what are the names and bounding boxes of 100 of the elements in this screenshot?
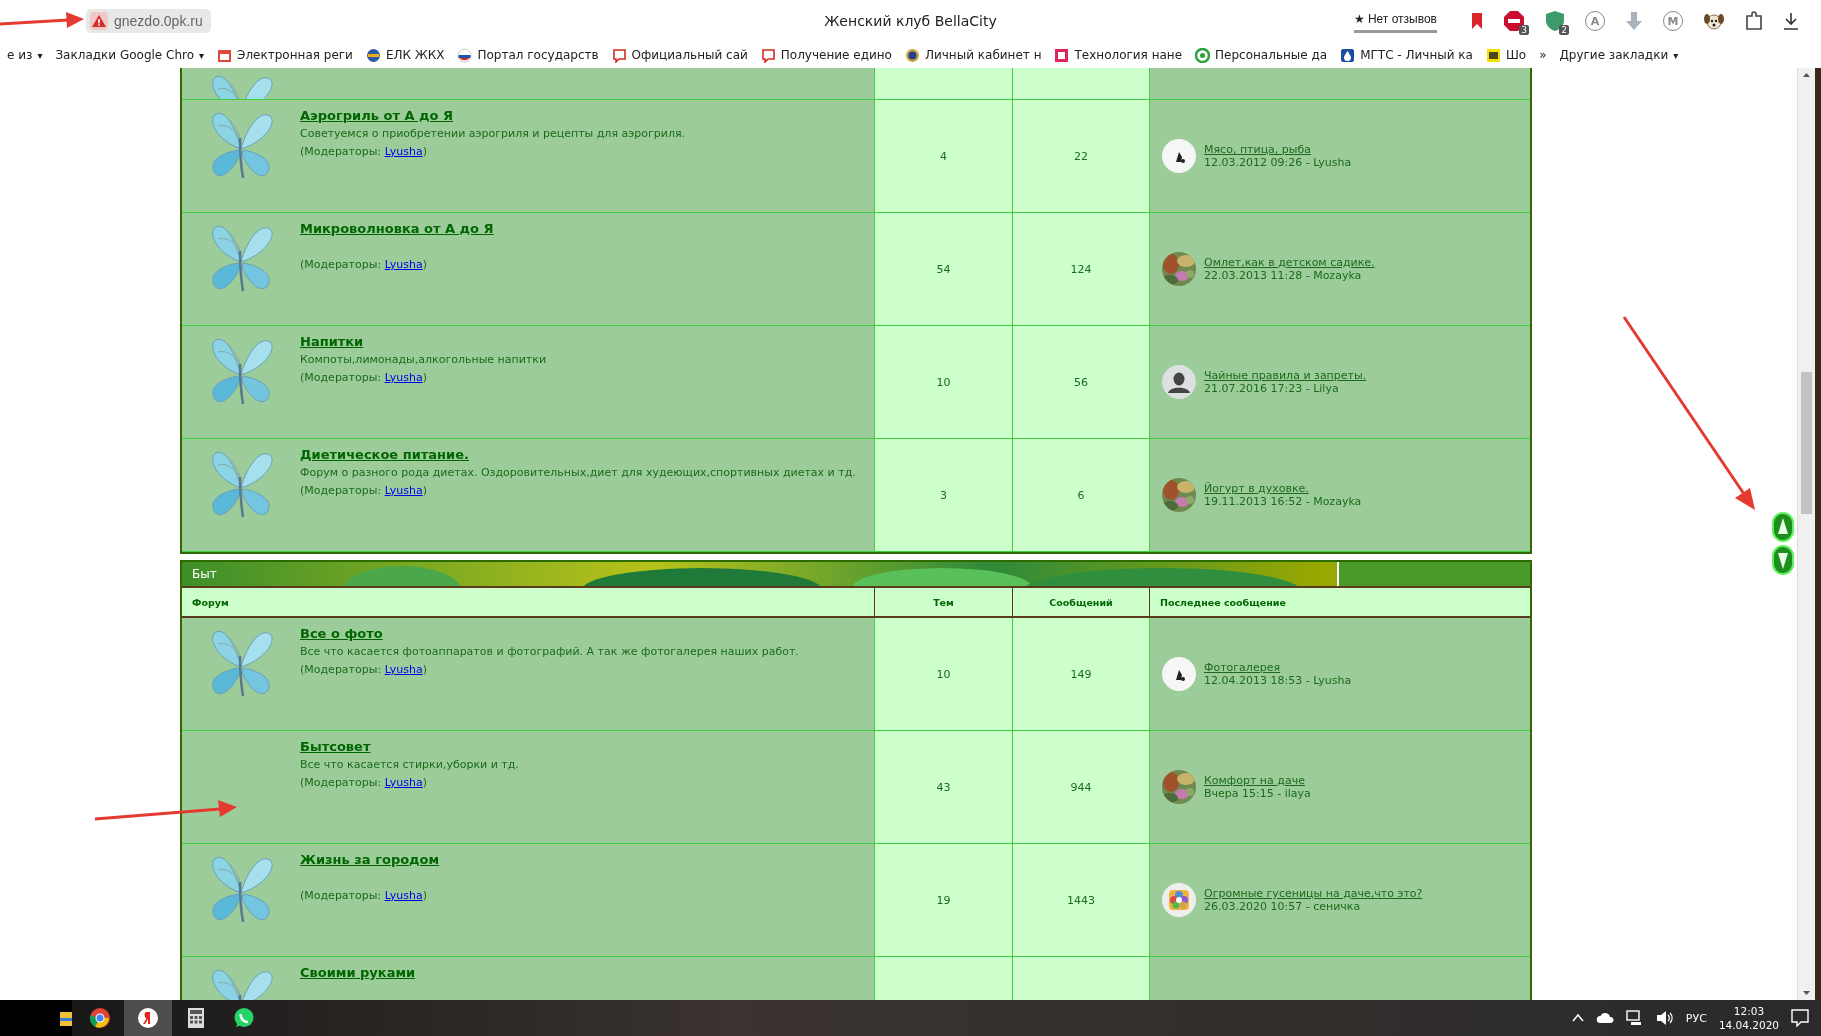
browser-icon bbox=[89, 1007, 111, 1029]
bookmark-favicon-icon bbox=[611, 47, 627, 63]
moderator-link[interactable]: Lyusha bbox=[384, 776, 423, 789]
forum-title-link[interactable]: Диетическое питание. bbox=[300, 448, 469, 462]
bookmark-item[interactable]: Технология нане bbox=[1047, 47, 1189, 63]
calculator-icon bbox=[187, 1007, 205, 1029]
moderator-link[interactable]: Lyusha bbox=[384, 889, 423, 902]
forum-description: Форум о разного рода диетах. Оздоровительных,диет для худеющих,спортивных диетах и тд. bbox=[300, 466, 856, 480]
last-post-link[interactable]: Комфорт на даче bbox=[1204, 774, 1305, 787]
clock[interactable]: 12:03 14.04.2020 bbox=[1718, 1004, 1779, 1032]
bookmark-favicon-icon bbox=[1195, 47, 1211, 63]
last-post-link[interactable]: Фотогалерея bbox=[1204, 661, 1281, 674]
column-header: Последнее сообщение bbox=[1159, 595, 1287, 610]
last-post-meta: 19.11.2013 16:52 - Mozayka bbox=[1204, 495, 1362, 508]
bookmark-icon[interactable] bbox=[1471, 13, 1483, 29]
person-icon bbox=[1162, 365, 1196, 399]
download-icon[interactable] bbox=[1783, 12, 1799, 30]
moderators-line: (Модераторы: Lyusha) bbox=[300, 258, 428, 272]
bookmark-item[interactable]: » bbox=[1532, 48, 1553, 62]
moderators-line: (Модераторы: Lyusha) bbox=[300, 663, 428, 677]
dog-icon[interactable] bbox=[1703, 11, 1725, 31]
last-post-link[interactable]: Йогурт в духовке. bbox=[1204, 482, 1309, 495]
bookmark-item[interactable]: Персональные да bbox=[1188, 47, 1334, 63]
moderators-line: (Модераторы: Lyusha) bbox=[300, 371, 428, 385]
last-post-meta: 22.03.2013 11:28 - Mozayka bbox=[1204, 269, 1363, 282]
moderators-line: (Модераторы: Lyusha) bbox=[300, 889, 428, 903]
column-header: Форум bbox=[182, 588, 875, 616]
bookmark-item[interactable]: Закладки Google Chro ▾ bbox=[48, 48, 211, 62]
moderators-line: (Модераторы: Lyusha) bbox=[300, 776, 428, 790]
forum-title-link[interactable]: Микроволновка от А до Я bbox=[300, 222, 494, 236]
bookmark-favicon-icon bbox=[904, 47, 920, 63]
last-post-link[interactable]: Омлет,как в детском садике. bbox=[1204, 256, 1375, 269]
bookmark-item[interactable]: МГТС - Личный ка bbox=[1333, 47, 1479, 63]
bookmark-favicon-icon bbox=[457, 47, 473, 63]
bookmark-favicon-icon bbox=[1340, 47, 1356, 63]
window-title: Женский клуб BellaCity bbox=[824, 13, 997, 29]
notification-icon[interactable] bbox=[1791, 1009, 1809, 1027]
topics-count: 54 bbox=[936, 262, 951, 276]
forum-description: Советуемся о приобретении аэрогриля и рецепты для аэрогриля. bbox=[300, 127, 686, 141]
last-post-meta: 12.04.2013 18:53 - Lyusha bbox=[1204, 674, 1352, 687]
moderator-link[interactable]: Lyusha bbox=[384, 484, 423, 497]
forum-title-link[interactable]: Бытсовет bbox=[300, 740, 371, 754]
topics-count: 19 bbox=[936, 893, 951, 907]
moderators-line: (Модераторы: Lyusha) bbox=[300, 145, 428, 159]
bookmark-item[interactable]: Получение едино bbox=[753, 47, 898, 63]
network-icon[interactable] bbox=[1625, 1010, 1644, 1026]
last-post-meta: 26.03.2020 10:57 - сеничка bbox=[1204, 900, 1362, 913]
last-post-link[interactable]: Мясо, птица, рыба bbox=[1204, 143, 1312, 156]
bookmark-item[interactable]: Шо bbox=[1478, 47, 1533, 63]
bookmark-item[interactable]: Другие закладки ▾ bbox=[1552, 48, 1685, 62]
last-post-meta: 21.07.2016 17:23 - Lilya bbox=[1204, 382, 1340, 395]
avatar-icon bbox=[1162, 139, 1196, 173]
forum-description: Все что касается стирки,уборки и тд. bbox=[300, 758, 519, 772]
moderator-link[interactable]: Lyusha bbox=[384, 371, 423, 384]
category-title: Быт bbox=[191, 567, 217, 581]
address-field[interactable]: gnezdo.0pk.ru bbox=[86, 9, 211, 33]
badge-count: 3 bbox=[1519, 25, 1529, 35]
cloud-icon[interactable] bbox=[1595, 1012, 1614, 1024]
moderators-line: (Модераторы: Lyusha) bbox=[300, 484, 428, 498]
moderator-link[interactable]: Lyusha bbox=[384, 258, 423, 271]
moderator-link[interactable]: Lyusha bbox=[384, 663, 423, 676]
bookmark-favicon-icon bbox=[365, 47, 381, 63]
volume-icon[interactable] bbox=[1655, 1010, 1674, 1026]
bookmark-favicon-icon bbox=[760, 47, 776, 63]
scrollbar-thumb[interactable] bbox=[1801, 372, 1812, 514]
puzzle-icon[interactable] bbox=[1745, 11, 1763, 31]
bookmark-item[interactable]: Портал государств bbox=[450, 47, 605, 63]
forum-title-link[interactable]: Аэрогриль от А до Я bbox=[300, 109, 454, 123]
scroll-down-button[interactable] bbox=[1772, 545, 1794, 575]
chat-icon bbox=[233, 1007, 255, 1029]
reviews-button[interactable]: ★ Нет отзывов bbox=[1353, 9, 1437, 33]
forum-title-link[interactable]: Своими руками bbox=[300, 966, 416, 980]
chevron-up-icon[interactable] bbox=[1571, 1013, 1584, 1023]
forum-title-link[interactable]: Жизнь за городом bbox=[300, 853, 440, 867]
bookmark-favicon-icon bbox=[217, 47, 233, 63]
bookmark-item[interactable]: ЕЛК ЖКХ bbox=[358, 47, 451, 63]
language-indicator[interactable]: РУС bbox=[1685, 1011, 1707, 1025]
shield-icon[interactable] bbox=[1545, 10, 1565, 32]
forum-title-link[interactable]: Все о фото bbox=[300, 627, 383, 641]
posts-count: 124 bbox=[1070, 262, 1092, 276]
bookmark-favicon-icon bbox=[1054, 47, 1070, 63]
bookmark-item[interactable]: Личный кабинет н bbox=[897, 47, 1048, 63]
last-post-meta: Вчера 15:15 - ilaya bbox=[1204, 787, 1311, 800]
stop-sign-icon[interactable] bbox=[1503, 10, 1525, 32]
scroll-up-button[interactable] bbox=[1772, 512, 1794, 542]
topics-count: 10 bbox=[936, 375, 951, 389]
moderator-link[interactable]: Lyusha bbox=[384, 145, 423, 158]
avatar-icon bbox=[1162, 657, 1196, 691]
forum-description: Все что касается фотоаппаратов и фотографий. А так же фотогалерея наших работ. bbox=[300, 645, 799, 659]
bookmark-item[interactable]: Электронная реги bbox=[210, 47, 359, 63]
taskbar-app-button[interactable] bbox=[124, 1000, 172, 1036]
topics-count: 43 bbox=[936, 780, 951, 794]
bookmark-item[interactable]: Официальный сай bbox=[604, 47, 754, 63]
browser-icon bbox=[137, 1007, 159, 1029]
flower-icon bbox=[1162, 883, 1196, 917]
bookmark-favicon-icon bbox=[1485, 47, 1501, 63]
last-post-link[interactable]: Огромные гусеницы на даче,что это? bbox=[1204, 887, 1423, 900]
forum-title-link[interactable]: Напитки bbox=[300, 335, 364, 349]
last-post-link[interactable]: Чайные правила и запреты. bbox=[1204, 369, 1367, 382]
bookmark-item[interactable]: е из ▾ bbox=[0, 48, 49, 62]
